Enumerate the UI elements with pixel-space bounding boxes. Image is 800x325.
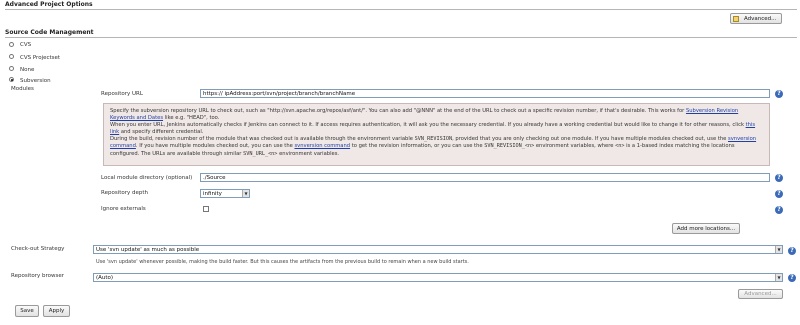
repository-depth-label: Repository depth xyxy=(101,190,149,196)
help-text: Specify the subversion repository URL to… xyxy=(110,108,686,114)
help-text: like e.g. "HEAD", too. xyxy=(163,115,220,122)
help-icon[interactable]: ? xyxy=(788,247,796,255)
repository-url-input[interactable]: https:// ipAddress:port/svn/project/bran… xyxy=(200,89,770,98)
help-text: When you enter URL, Jenkins automaticall… xyxy=(110,122,746,129)
help-icon[interactable]: ? xyxy=(775,174,783,182)
checkout-strategy-note: Use 'svn update' whenever possible, maki… xyxy=(96,259,469,265)
help-text: . If you have multiple modules checked o… xyxy=(135,143,295,150)
help-text: , provided that you are only checking ou… xyxy=(452,136,729,143)
code-svn-revision-n: SVN_REVISION_<n> xyxy=(484,143,535,150)
advanced-options-button-label: Advanced... xyxy=(744,15,777,22)
help-icon[interactable]: ? xyxy=(775,190,783,198)
checkout-strategy-select[interactable]: Use 'svn update' as much as possible ▼ xyxy=(93,245,783,254)
chevron-down-icon: ▼ xyxy=(242,190,249,197)
help-text: and specify different credential. xyxy=(119,129,204,136)
help-text: to get the revision information, or you … xyxy=(350,143,485,150)
save-button[interactable]: Save xyxy=(15,305,39,317)
advanced-options-button[interactable]: Advanced... xyxy=(730,13,782,24)
repository-url-help-box: Specify the subversion repository URL to… xyxy=(103,103,770,166)
repository-url-label: Repository URL xyxy=(101,91,143,97)
modules-label: Modules xyxy=(11,86,34,92)
svnversion-command-link[interactable]: svnversion command xyxy=(294,143,350,149)
help-icon[interactable]: ? xyxy=(788,274,796,282)
scm-radio-none[interactable] xyxy=(9,66,14,71)
repository-depth-select[interactable]: infinity ▼ xyxy=(200,189,250,198)
code-svn-revision: SVN_REVISION xyxy=(414,136,453,143)
divider xyxy=(5,37,797,38)
repository-browser-label: Repository browser xyxy=(11,273,64,279)
repository-browser-value: (Auto) xyxy=(96,274,114,281)
checkout-strategy-value: Use 'svn update' as much as possible xyxy=(96,246,200,253)
scm-option-cvs-projectset: CVS Projectset xyxy=(20,55,61,61)
scm-option-cvs: CVS xyxy=(20,42,32,48)
checkout-strategy-label: Check-out Strategy xyxy=(11,246,65,252)
help-text: During the build, revision number of the… xyxy=(110,136,415,143)
repository-browser-advanced-button[interactable]: Advanced... xyxy=(738,289,783,299)
apply-button[interactable]: Apply xyxy=(43,305,70,317)
ignore-externals-label: Ignore externals xyxy=(101,206,146,212)
local-module-input[interactable]: ./Source xyxy=(200,173,770,182)
code-svn-url-n: SVN_URL_<n> xyxy=(243,150,278,157)
local-module-label: Local module directory (optional) xyxy=(101,175,193,181)
scm-radio-cvs-projectset[interactable] xyxy=(9,54,14,59)
repository-browser-select[interactable]: (Auto) ▼ xyxy=(93,273,783,282)
scm-title: Source Code Management xyxy=(5,29,94,36)
notepad-icon xyxy=(733,15,739,22)
scm-option-none: None xyxy=(20,67,35,73)
add-more-locations-button[interactable]: Add more locations... xyxy=(672,223,740,234)
chevron-down-icon: ▼ xyxy=(775,274,782,281)
help-text: environment variables. xyxy=(277,150,340,157)
ignore-externals-checkbox[interactable] xyxy=(203,206,209,212)
repository-depth-value: infinity xyxy=(203,190,222,197)
advanced-options-title: Advanced Project Options xyxy=(5,1,93,8)
help-icon[interactable]: ? xyxy=(775,206,783,214)
scm-radio-cvs[interactable] xyxy=(9,42,14,47)
scm-radio-subversion[interactable] xyxy=(9,77,14,82)
help-text: environment variables, where xyxy=(534,143,616,150)
help-icon[interactable]: ? xyxy=(775,90,783,98)
scm-option-subversion: Subversion xyxy=(20,78,51,84)
divider xyxy=(5,9,797,10)
chevron-down-icon: ▼ xyxy=(775,246,782,253)
